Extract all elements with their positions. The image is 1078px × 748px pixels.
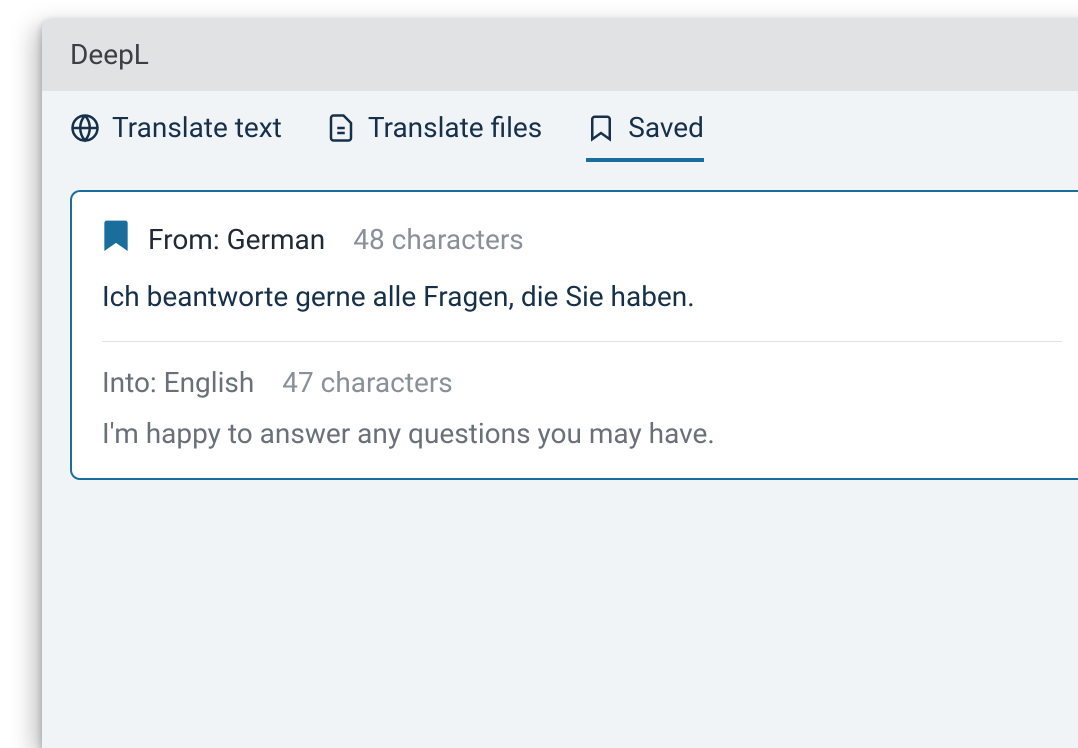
tab-saved[interactable]: Saved: [586, 111, 704, 162]
divider: [102, 341, 1062, 342]
tab-translate-files[interactable]: Translate files: [326, 111, 542, 162]
bookmark-icon: [586, 113, 616, 143]
into-row: Into: English 47 characters: [102, 366, 1062, 399]
tab-translate-files-label: Translate files: [368, 111, 542, 144]
tab-saved-label: Saved: [628, 111, 704, 144]
app-window: DeepL Translate text Translate file: [42, 18, 1078, 748]
globe-icon: [70, 113, 100, 143]
source-text: Ich beantworte gerne alle Fragen, die Si…: [102, 280, 1062, 313]
app-title: DeepL: [70, 38, 149, 71]
into-char-count: 47 characters: [282, 366, 453, 399]
tab-translate-text-label: Translate text: [112, 111, 282, 144]
tab-translate-text[interactable]: Translate text: [70, 111, 282, 162]
file-icon: [326, 113, 356, 143]
tabbar: Translate text Translate files Saved: [42, 91, 1078, 162]
into-language-label: Into: English: [102, 366, 254, 399]
card-header: From: German 48 characters: [102, 220, 1062, 258]
from-language-label: From: German: [148, 223, 325, 256]
bookmark-filled-icon: [102, 220, 130, 258]
target-text: I'm happy to answer any questions you ma…: [102, 417, 1062, 450]
titlebar: DeepL: [42, 18, 1078, 91]
content-area: From: German 48 characters Ich beantwort…: [42, 162, 1078, 508]
from-char-count: 48 characters: [353, 223, 524, 256]
saved-translation-card[interactable]: From: German 48 characters Ich beantwort…: [70, 190, 1078, 480]
